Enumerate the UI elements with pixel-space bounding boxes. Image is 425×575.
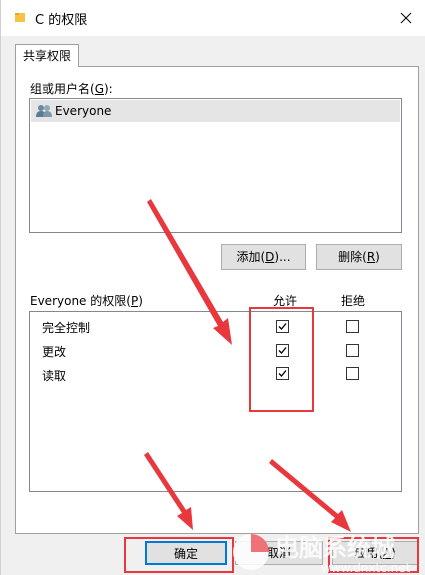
list-item[interactable]: Everyone [31, 100, 400, 122]
folder-icon [15, 13, 25, 22]
check-icon [278, 370, 287, 377]
user-name: Everyone [55, 104, 112, 118]
deny-header: 拒绝 [341, 294, 366, 308]
check-icon [278, 347, 287, 354]
check-icon [278, 323, 287, 330]
allow-checkbox-read[interactable] [276, 367, 289, 380]
ok-button[interactable]: 确定 [145, 541, 227, 565]
deny-checkbox-read[interactable] [346, 367, 359, 380]
cancel-button[interactable]: 取消 [235, 541, 323, 565]
allow-checkbox-full-control[interactable] [276, 320, 289, 333]
permission-name: 完全控制 [42, 321, 91, 335]
title-bar: C 的权限 [1, 0, 425, 36]
window-title: C 的权限 [35, 13, 88, 28]
permission-name: 读取 [42, 369, 67, 383]
permissions-label: Everyone 的权限(P) [30, 294, 143, 308]
permissions-dialog: C 的权限 共享权限 组或用户名(G): Everyone 添加(D)... 删… [0, 0, 425, 575]
groups-label: 组或用户名(G): [30, 82, 113, 96]
add-button[interactable]: 添加(D)... [221, 244, 306, 270]
close-icon [400, 12, 412, 24]
users-icon [36, 105, 52, 117]
tab-share-permissions[interactable]: 共享权限 [15, 44, 80, 67]
close-button[interactable] [394, 6, 418, 30]
permission-name: 更改 [42, 345, 67, 359]
apply-button[interactable]: 应用(A) [332, 541, 418, 565]
allow-checkbox-change[interactable] [276, 344, 289, 357]
deny-checkbox-full-control[interactable] [346, 320, 359, 333]
allow-header: 允许 [273, 294, 298, 308]
deny-checkbox-change[interactable] [346, 344, 359, 357]
permissions-list [29, 311, 402, 492]
remove-button[interactable]: 删除(R) [316, 244, 402, 270]
group-user-list[interactable]: Everyone [29, 98, 402, 233]
